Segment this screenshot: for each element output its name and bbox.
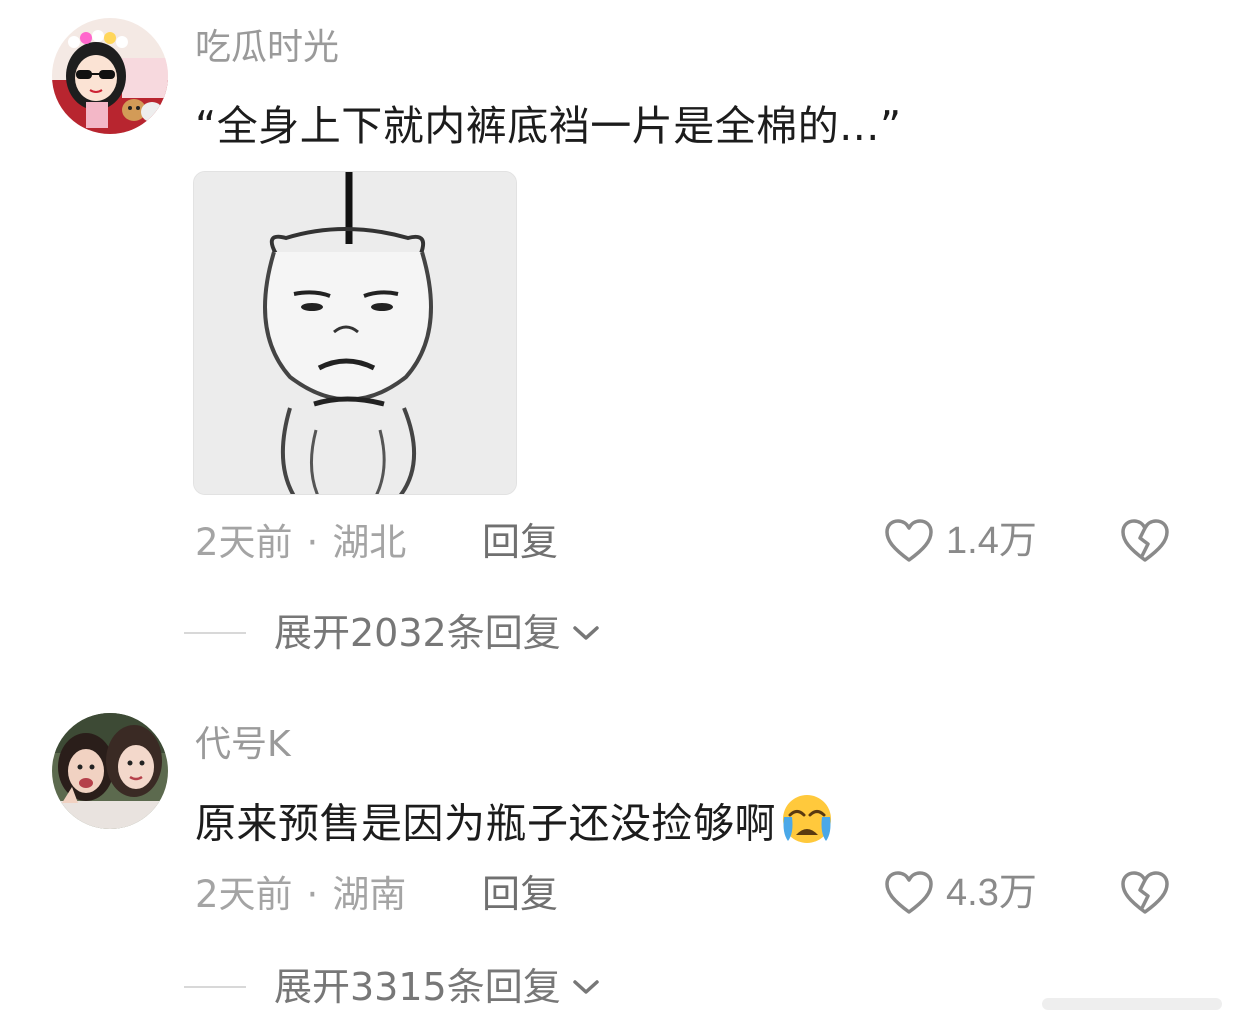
reply-button[interactable]: 回复	[482, 875, 558, 913]
watermark-icon	[1042, 998, 1222, 1010]
comment-location: 湖南	[332, 873, 407, 916]
dislike-button[interactable]	[1120, 870, 1170, 920]
divider-line	[184, 632, 246, 634]
comment-text: “全身上下就内裤底裆一片是全棉的...”	[195, 102, 902, 150]
like-count: 1.4万	[946, 520, 1037, 562]
watermark	[1042, 994, 1222, 1014]
comment-sticker-image[interactable]	[193, 171, 517, 495]
expand-replies-button[interactable]: 展开2032条回复	[184, 614, 601, 652]
comment-meta: 2天前 · 湖北	[195, 524, 406, 561]
comment-text-body: 原来预售是因为瓶子还没捡够啊	[195, 799, 776, 848]
meta-separator: ·	[306, 873, 319, 916]
broken-heart-icon	[1121, 519, 1169, 562]
like-count: 4.3万	[946, 872, 1037, 914]
like-button[interactable]: 1.4万	[884, 518, 1037, 564]
crying-face-emoji-icon	[778, 793, 836, 852]
username[interactable]: 代号K	[195, 727, 291, 763]
meta-separator: ·	[306, 521, 319, 564]
chevron-down-icon	[572, 980, 599, 994]
two-girls-photo-avatar-icon	[52, 713, 168, 829]
heart-outline-icon	[885, 519, 933, 562]
avatar[interactable]	[52, 713, 168, 829]
comment-time: 2天前	[195, 873, 293, 916]
cartoon-girl-avatar-icon	[52, 18, 168, 134]
expand-replies-label: 展开2032条回复	[274, 611, 561, 655]
comment-time: 2天前	[195, 521, 293, 564]
reply-button[interactable]: 回复	[482, 523, 558, 561]
expand-replies-label: 展开3315条回复	[274, 965, 561, 1009]
avatar[interactable]	[52, 18, 168, 134]
heart-outline-icon	[885, 871, 933, 914]
comment-location: 湖北	[332, 521, 407, 564]
chevron-down-icon	[572, 626, 599, 640]
dislike-button[interactable]	[1120, 518, 1170, 568]
hanging-panda-meme-sticker-icon	[194, 172, 516, 494]
username[interactable]: 吃瓜时光	[195, 30, 339, 66]
like-button[interactable]: 4.3万	[884, 870, 1037, 916]
divider-line	[184, 986, 246, 988]
broken-heart-icon	[1121, 871, 1169, 914]
comment-meta: 2天前 · 湖南	[195, 876, 406, 913]
expand-replies-button[interactable]: 展开3315条回复	[184, 968, 601, 1006]
comment-text: 原来预售是因为瓶子还没捡够啊	[195, 795, 836, 856]
